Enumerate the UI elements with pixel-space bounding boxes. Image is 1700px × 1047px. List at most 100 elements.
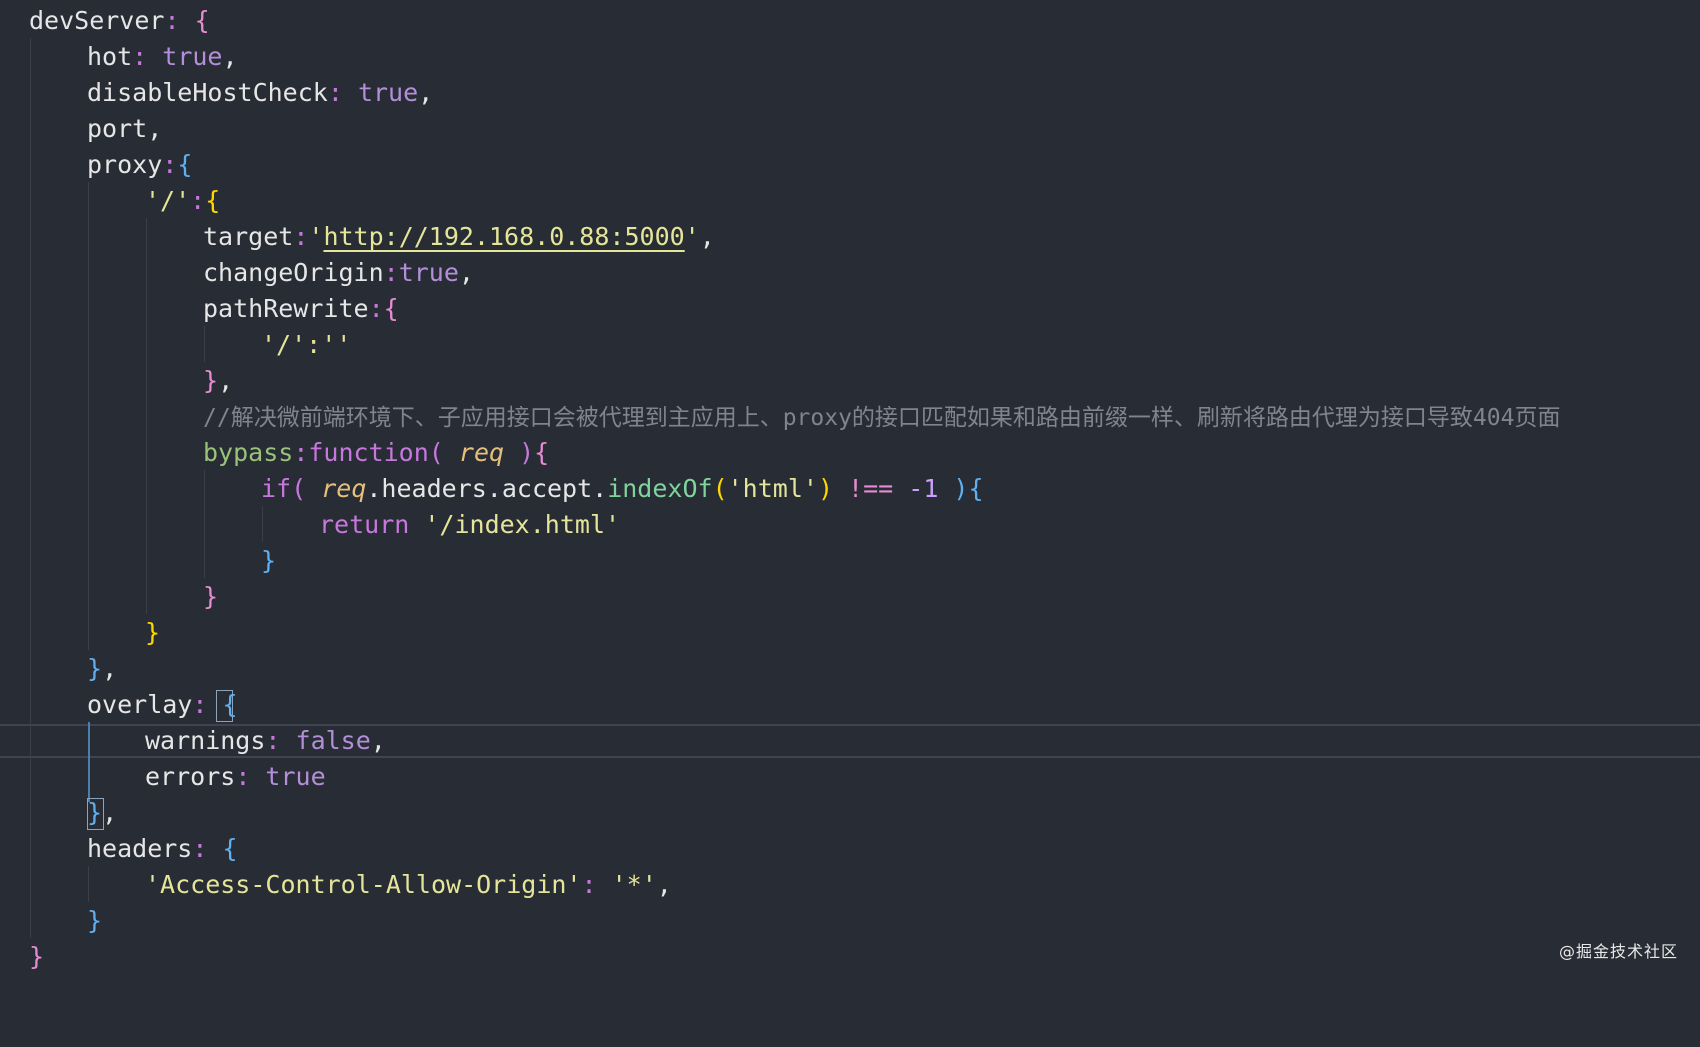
token-brace-close: } xyxy=(203,582,219,611)
token-quote: ' xyxy=(684,222,700,251)
token-colon: : xyxy=(327,78,358,107)
code-line-5[interactable]: proxy:{ xyxy=(0,147,1700,183)
token-boolean: true xyxy=(398,258,459,287)
token-paren: ) xyxy=(504,438,535,467)
token-colon: : xyxy=(293,438,309,467)
token-colon: : xyxy=(192,834,223,863)
token-brace-open: { xyxy=(383,294,399,323)
token-property: bypass xyxy=(203,438,294,467)
code-line-19[interactable]: }, xyxy=(0,651,1700,687)
token-boolean: true xyxy=(162,42,223,71)
code-line-13[interactable]: bypass:function( req ){ xyxy=(0,435,1700,471)
token-brace-open: { xyxy=(205,186,221,215)
code-line-21[interactable]: warnings: false, xyxy=(0,723,1700,759)
token-boolean: false xyxy=(295,726,371,755)
code-line-12[interactable]: //解决微前端环境下、子应用接口会被代理到主应用上、proxy的接口匹配如果和路… xyxy=(0,399,1700,435)
token-keyword: function xyxy=(308,438,429,467)
token-property: target xyxy=(203,222,294,251)
token-paren: ) xyxy=(938,474,969,503)
token-comma: , xyxy=(370,726,386,755)
token-string: '/':'' xyxy=(261,330,352,359)
token-property: port, xyxy=(87,114,163,143)
code-line-8[interactable]: changeOrigin:true, xyxy=(0,255,1700,291)
token-operator: !== xyxy=(833,474,909,503)
token-property: hot xyxy=(87,42,133,71)
code-line-6[interactable]: '/':{ xyxy=(0,183,1700,219)
token-property: errors xyxy=(145,762,236,791)
code-line-2[interactable]: hot: true, xyxy=(0,39,1700,75)
token-parameter: req xyxy=(458,438,505,467)
code-line-17[interactable]: } xyxy=(0,579,1700,615)
token-number: -1 xyxy=(908,474,939,503)
token-string: 'Access-Control-Allow-Origin' xyxy=(145,870,582,899)
token-comma: , xyxy=(222,42,238,71)
token-property: pathRewrite xyxy=(203,294,369,323)
code-line-23[interactable]: }, xyxy=(0,795,1700,831)
watermark: @掘金技术社区 xyxy=(1558,942,1678,961)
code-line-20[interactable]: overlay: { xyxy=(0,687,1700,723)
code-line-26[interactable]: } xyxy=(0,903,1700,939)
token-brace-open: { xyxy=(222,834,238,863)
token-colon: : xyxy=(383,258,399,287)
token-comma: , xyxy=(699,222,715,251)
token-keyword: return xyxy=(319,510,410,539)
token-colon: : xyxy=(368,294,384,323)
token-brace-close: } xyxy=(145,618,161,647)
code-line-4[interactable]: port, xyxy=(0,111,1700,147)
token-boolean: true xyxy=(265,762,326,791)
token-brace-open: { xyxy=(534,438,550,467)
code-line-18[interactable]: } xyxy=(0,615,1700,651)
code-line-7[interactable]: target:'http://192.168.0.88:5000', xyxy=(0,219,1700,255)
token-comma: , xyxy=(102,798,118,827)
code-line-16[interactable]: } xyxy=(0,543,1700,579)
code-line-25[interactable]: 'Access-Control-Allow-Origin': '*', xyxy=(0,867,1700,903)
code-line-24[interactable]: headers: { xyxy=(0,831,1700,867)
token-brace-open: { xyxy=(194,6,210,35)
token-brace-close: } xyxy=(87,654,103,683)
token-method: indexOf xyxy=(607,474,713,503)
token-property: proxy xyxy=(87,150,163,179)
token-property: warnings xyxy=(145,726,266,755)
token-comment: //解决微前端环境下、子应用接口会被代理到主应用上、proxy的接口匹配如果和路… xyxy=(203,405,1561,431)
code-line-22[interactable]: errors: true xyxy=(0,759,1700,795)
code-line-3[interactable]: disableHostCheck: true, xyxy=(0,75,1700,111)
token-comma: , xyxy=(218,366,234,395)
token-brace-open: { xyxy=(177,150,193,179)
token-colon: : xyxy=(293,222,309,251)
token-member-chain: .headers.accept. xyxy=(366,474,608,503)
code-line-10[interactable]: '/':'' xyxy=(0,327,1700,363)
token-url-link[interactable]: http://192.168.0.88:5000 xyxy=(323,222,684,251)
token-property: disableHostCheck xyxy=(87,78,328,107)
token-string: '/' xyxy=(145,186,191,215)
token-quote: ' xyxy=(308,222,324,251)
token-comma: , xyxy=(102,654,118,683)
token-colon: : xyxy=(581,870,612,899)
token-paren: ( xyxy=(428,438,459,467)
code-line-15[interactable]: return '/index.html' xyxy=(0,507,1700,543)
token-colon: : xyxy=(132,42,163,71)
token-keyword: if xyxy=(261,474,292,503)
code-line-11[interactable]: }, xyxy=(0,363,1700,399)
code-editor[interactable]: devServer: { hot: true, disableHostCheck… xyxy=(0,0,1700,982)
token-property: overlay xyxy=(87,690,193,719)
token-comma: , xyxy=(458,258,474,287)
token-string: 'html' xyxy=(727,474,818,503)
token-paren: ( xyxy=(712,474,728,503)
code-line-27[interactable]: } xyxy=(0,939,1700,975)
token-property: changeOrigin xyxy=(203,258,384,287)
code-line-9[interactable]: pathRewrite:{ xyxy=(0,291,1700,327)
code-line-1[interactable]: devServer: { xyxy=(0,3,1700,39)
token-brace-close: } xyxy=(87,906,103,935)
token-comma: , xyxy=(418,78,434,107)
token-property: devServer xyxy=(29,6,165,35)
token-colon: : xyxy=(235,762,266,791)
token-property: headers xyxy=(87,834,193,863)
token-boolean: true xyxy=(357,78,419,107)
code-line-14[interactable]: if( req.headers.accept.indexOf('html') !… xyxy=(0,471,1700,507)
token-string: '*' xyxy=(611,870,657,899)
token-string: '/index.html' xyxy=(424,510,621,539)
token-colon: : xyxy=(190,186,206,215)
token-brace-open: { xyxy=(968,474,984,503)
token-paren: ( xyxy=(291,474,322,503)
token-paren: ) xyxy=(817,474,833,503)
